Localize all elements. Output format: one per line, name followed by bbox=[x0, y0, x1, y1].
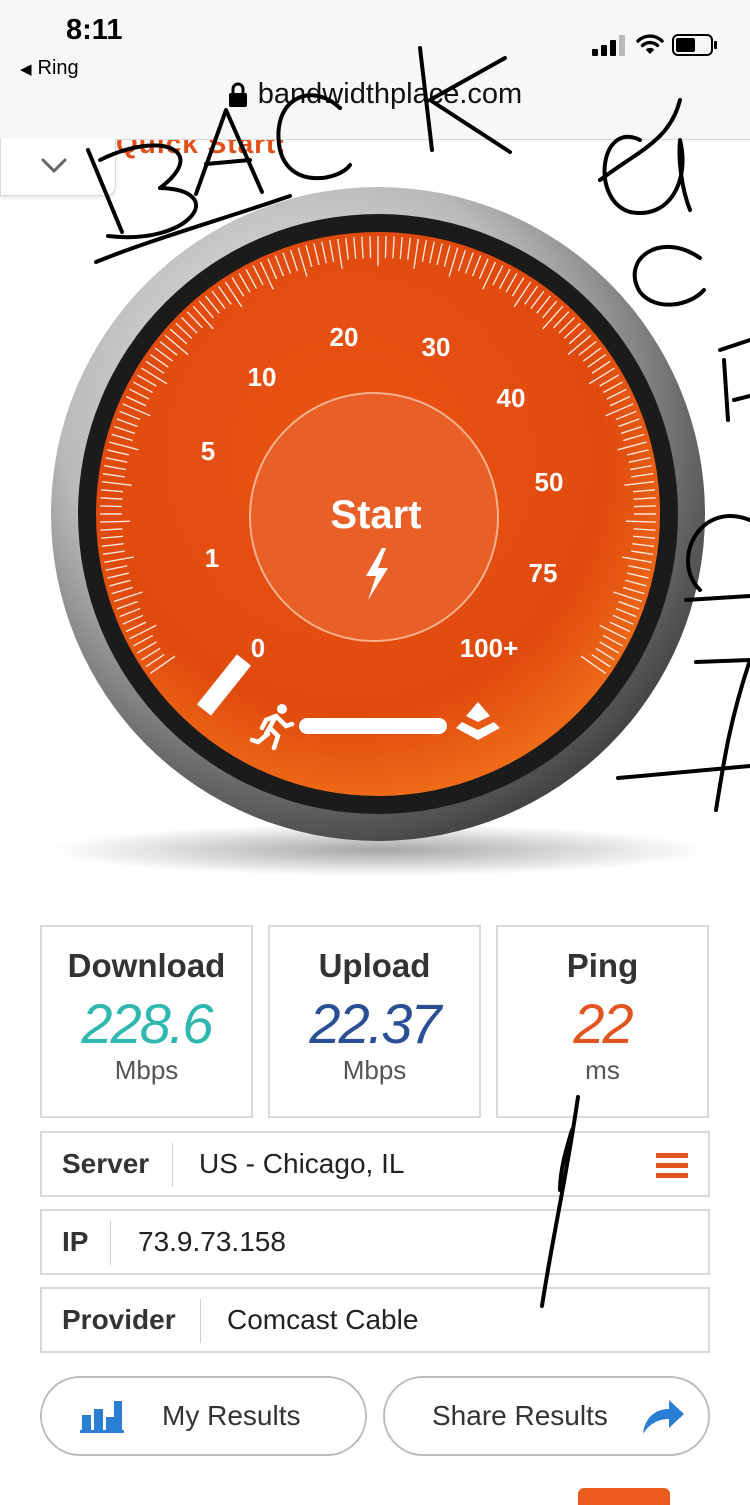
lock-icon bbox=[228, 82, 247, 108]
upload-label: Upload bbox=[318, 947, 431, 984]
cellular-signal-icon bbox=[592, 35, 625, 56]
server-label: Server bbox=[62, 1148, 150, 1179]
provider-row: Provider Comcast Cable bbox=[40, 1287, 710, 1353]
progress-bar bbox=[299, 718, 447, 734]
provider-divider bbox=[200, 1299, 201, 1343]
gauge-scale-label: 0 bbox=[251, 633, 265, 663]
download-label: Download bbox=[67, 947, 226, 984]
gauge-tick bbox=[100, 505, 123, 508]
server-row[interactable]: Server US - Chicago, IL bbox=[40, 1131, 710, 1197]
ping-label: Ping bbox=[566, 947, 639, 984]
share-results-button[interactable]: Share Results bbox=[383, 1376, 710, 1456]
upload-result-card: Upload 22.37 Mbps bbox=[268, 925, 481, 1118]
share-arrow-icon bbox=[643, 1400, 684, 1434]
gauge-tick bbox=[384, 236, 387, 259]
gauge-scale-label: 10 bbox=[248, 362, 277, 392]
gauge-scale-label: 1 bbox=[205, 543, 219, 573]
speed-gauge: 0 1 5 10 20 30 40 50 75 100+ Start bbox=[48, 187, 708, 876]
back-to-app-link[interactable]: ◀ Ring bbox=[20, 57, 79, 80]
my-results-button[interactable]: My Results bbox=[40, 1376, 367, 1456]
bottom-orange-tab[interactable] bbox=[578, 1488, 670, 1505]
gauge-scale-label: 5 bbox=[201, 436, 215, 466]
gauge-scale-label: 50 bbox=[535, 467, 564, 497]
start-test-button[interactable]: Start bbox=[249, 392, 499, 642]
ping-result-card: Ping 22 ms bbox=[496, 925, 709, 1118]
gauge-scale-label: 40 bbox=[497, 383, 526, 413]
my-results-label: My Results bbox=[162, 1400, 301, 1431]
url-text: bandwidthplace.com bbox=[257, 78, 523, 110]
ip-divider bbox=[110, 1221, 111, 1265]
start-label: Start bbox=[330, 493, 421, 537]
status-time: 8:11 bbox=[66, 14, 123, 46]
gauge-scale-label: 30 bbox=[422, 332, 451, 362]
server-value: US - Chicago, IL bbox=[199, 1148, 405, 1179]
ping-unit: ms bbox=[585, 1055, 620, 1085]
download-value: 228.6 bbox=[81, 992, 213, 1055]
gauge-scale-label: 75 bbox=[529, 558, 558, 588]
upload-value: 22.37 bbox=[309, 992, 441, 1055]
upload-unit: Mbps bbox=[342, 1055, 407, 1085]
browser-status-bar: 8:11 ◀ Ring bandwidthplace.com bbox=[0, 0, 750, 140]
gauge-tick bbox=[633, 505, 656, 508]
gauge-tick bbox=[625, 520, 656, 523]
download-unit: Mbps bbox=[114, 1055, 179, 1085]
server-divider bbox=[172, 1143, 173, 1187]
ip-label: IP bbox=[62, 1226, 89, 1257]
provider-label: Provider bbox=[62, 1304, 176, 1335]
ip-row: IP 73.9.73.158 bbox=[40, 1209, 710, 1275]
hamburger-menu-icon[interactable] bbox=[656, 1153, 688, 1179]
gauge-tick bbox=[369, 236, 372, 259]
battery-icon bbox=[672, 34, 717, 56]
back-app-label: Ring bbox=[37, 57, 79, 79]
gauge-scale-label: 20 bbox=[330, 322, 359, 352]
provider-value: Comcast Cable bbox=[227, 1304, 419, 1335]
back-arrow-icon: ◀ bbox=[20, 61, 32, 78]
gauge-tick bbox=[100, 520, 131, 523]
address-bar[interactable]: bandwidthplace.com bbox=[0, 78, 750, 111]
download-result-card: Download 228.6 Mbps bbox=[40, 925, 253, 1118]
ip-value: 73.9.73.158 bbox=[138, 1226, 286, 1257]
ping-value: 22 bbox=[573, 992, 633, 1055]
share-results-label: Share Results bbox=[432, 1400, 608, 1431]
bar-chart-icon bbox=[80, 1401, 124, 1433]
wifi-icon bbox=[636, 34, 664, 54]
gauge-scale-label: 100+ bbox=[460, 633, 519, 663]
